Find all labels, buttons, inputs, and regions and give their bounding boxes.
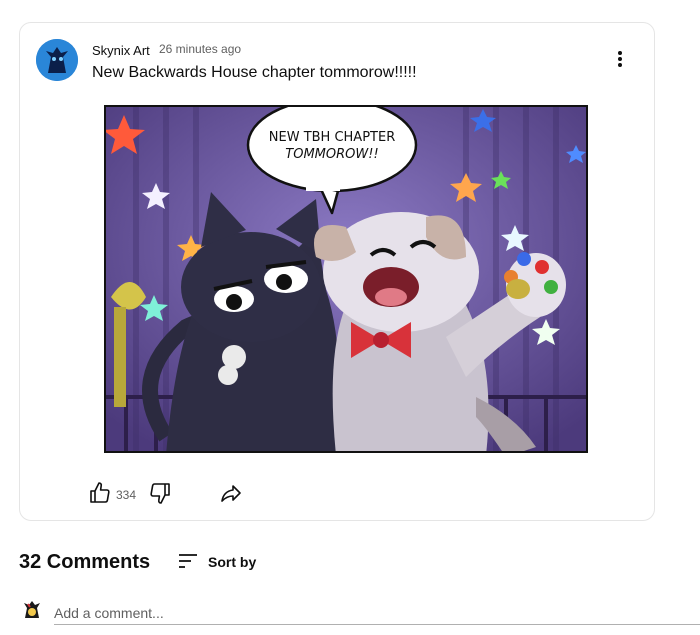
post-image[interactable]: NEW TBH CHAPTER TOMMOROW!! bbox=[104, 105, 588, 453]
speech-text-line1: NEW TBH CHAPTER bbox=[269, 130, 395, 145]
more-vert-icon[interactable] bbox=[608, 47, 632, 71]
comments-count: 32 Comments bbox=[19, 551, 151, 573]
add-comment-input[interactable] bbox=[54, 601, 700, 625]
sort-by-button[interactable]: Sort by bbox=[176, 549, 276, 575]
post-timestamp[interactable]: 26 minutes ago bbox=[159, 42, 241, 56]
post-author[interactable]: Skynix Art bbox=[92, 43, 150, 58]
share-icon[interactable] bbox=[219, 481, 245, 507]
thumb-up-icon[interactable] bbox=[88, 481, 114, 507]
like-count: 334 bbox=[116, 488, 137, 502]
post-card: Skynix Art 26 minutes ago New Backwards … bbox=[19, 22, 655, 521]
speech-text-line2: TOMMOROW!! bbox=[285, 147, 378, 162]
sort-icon bbox=[179, 554, 197, 568]
user-avatar[interactable] bbox=[20, 598, 44, 622]
sort-by-label: Sort by bbox=[208, 554, 257, 570]
post-text: New Backwards House chapter tommorow!!!!… bbox=[92, 64, 417, 81]
author-avatar[interactable] bbox=[36, 39, 78, 81]
thumb-down-icon[interactable] bbox=[148, 481, 174, 507]
